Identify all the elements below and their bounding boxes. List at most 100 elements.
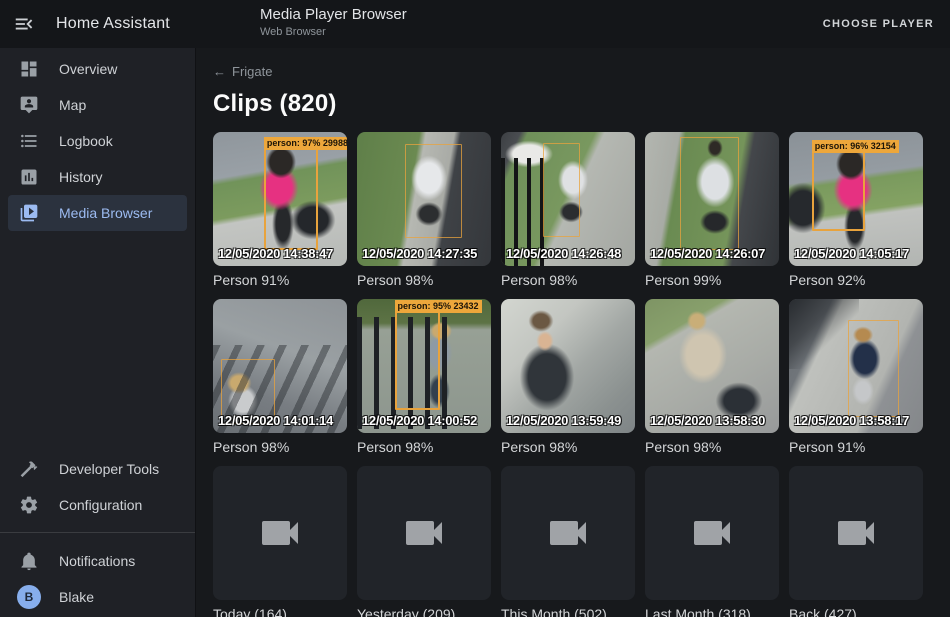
hammer-icon	[17, 457, 41, 481]
format-list-bulleted-icon	[17, 129, 41, 153]
top-bar: Home Assistant Media Player Browser Web …	[0, 0, 950, 48]
sidebar-item-notifications[interactable]: Notifications	[8, 543, 187, 579]
clip-label: Person 98%	[213, 438, 347, 457]
folder-item-back[interactable]: Back (427)	[789, 466, 923, 617]
detection-box	[543, 143, 581, 237]
clip-item[interactable]: 12/05/2020 14:26:07 Person 99%	[645, 132, 779, 290]
sidebar-item-history[interactable]: History	[8, 159, 187, 195]
clip-label: Person 92%	[789, 271, 923, 290]
sidebar-item-map[interactable]: Map	[8, 87, 187, 123]
folder-thumbnail	[357, 466, 491, 600]
detection-label: person: 96% 32154	[812, 140, 899, 153]
detection-box: person: 95% 23432	[395, 311, 441, 410]
clip-item[interactable]: 12/05/2020 13:58:17 Person 91%	[789, 299, 923, 457]
detection-box	[405, 144, 461, 238]
clip-label: Person 98%	[501, 438, 635, 457]
clip-timestamp: 12/05/2020 13:59:49	[506, 413, 621, 428]
clip-item[interactable]: 12/05/2020 14:26:48 Person 98%	[501, 132, 635, 290]
clip-label: Person 99%	[645, 271, 779, 290]
clip-thumbnail: 12/05/2020 14:26:07	[645, 132, 779, 266]
sidebar-item-label: Logbook	[59, 133, 113, 149]
folder-label: Back (427)	[789, 605, 923, 617]
sidebar-item-label: History	[59, 169, 103, 185]
clip-timestamp: 12/05/2020 13:58:17	[794, 413, 909, 428]
detection-box	[680, 137, 739, 250]
clip-timestamp: 12/05/2020 14:26:48	[506, 246, 621, 261]
gear-icon	[17, 493, 41, 517]
tooltip-account-icon	[17, 93, 41, 117]
folder-label: This Month (502)	[501, 605, 635, 617]
sidebar-item-logbook[interactable]: Logbook	[8, 123, 187, 159]
sidebar-item-overview[interactable]: Overview	[8, 51, 187, 87]
clip-item[interactable]: person: 97% 2998812/05/2020 14:38:47Pers…	[213, 132, 347, 290]
sidebar-item-media-browser[interactable]: Media Browser	[8, 195, 187, 231]
clip-label: Person 98%	[501, 271, 635, 290]
sidebar-item-developer-tools[interactable]: Developer Tools	[8, 451, 187, 487]
clip-thumbnail: person: 95% 2343212/05/2020 14:00:52	[357, 299, 491, 433]
sidebar-bottom-nav: Developer Tools Configuration	[0, 451, 195, 523]
sidebar-divider	[0, 532, 195, 533]
media-grid: person: 97% 2998812/05/2020 14:38:47Pers…	[213, 132, 934, 617]
page-subtitle: Web Browser	[260, 26, 407, 40]
sidebar-toggle-button[interactable]	[0, 0, 48, 48]
clip-item[interactable]: person: 96% 32154 12/05/2020 14:05:17 Pers…	[789, 132, 923, 290]
clip-label: Person 98%	[645, 438, 779, 457]
sidebar-bottom: Developer Tools Configuration Notificatio…	[0, 451, 195, 617]
clip-timestamp: 12/05/2020 14:38:47	[218, 246, 333, 261]
folder-item-this-month[interactable]: This Month (502)	[501, 466, 635, 617]
chart-box-icon	[17, 165, 41, 189]
clip-item[interactable]: 12/05/2020 14:01:14 Person 98%	[213, 299, 347, 457]
folder-label: Last Month (318)	[645, 605, 779, 617]
bell-icon	[17, 549, 41, 573]
detection-label: person: 95% 23432	[395, 300, 482, 313]
sidebar: Overview Map Logbook History Media Browser D…	[0, 48, 196, 617]
sidebar-item-user[interactable]: B Blake	[8, 579, 187, 615]
folder-item-yesterday[interactable]: Yesterday (209)	[357, 466, 491, 617]
video-icon	[256, 509, 304, 557]
breadcrumb-label: Frigate	[232, 65, 272, 79]
clip-thumbnail: 12/05/2020 14:01:14	[213, 299, 347, 433]
folder-thumbnail	[501, 466, 635, 600]
clip-timestamp: 12/05/2020 14:27:35	[362, 246, 477, 261]
media-player-header: Media Player Browser Web Browser	[260, 6, 407, 40]
back-arrow-icon: ←	[213, 65, 226, 79]
clip-label: Person 91%	[213, 271, 347, 290]
video-icon	[688, 509, 736, 557]
video-icon	[832, 509, 880, 557]
clip-thumbnail: 12/05/2020 13:58:30	[645, 299, 779, 433]
clip-item[interactable]: 12/05/2020 13:58:30 Person 98%	[645, 299, 779, 457]
sidebar-item-configuration[interactable]: Configuration	[8, 487, 187, 523]
app-title: Home Assistant	[56, 15, 170, 33]
clip-item[interactable]: person: 95% 2343212/05/2020 14:00:52Pers…	[357, 299, 491, 457]
user-name: Blake	[59, 589, 94, 605]
clip-label: Person 91%	[789, 438, 923, 457]
clip-timestamp: 12/05/2020 14:01:14	[218, 413, 333, 428]
clip-item[interactable]: 12/05/2020 14:27:35 Person 98%	[357, 132, 491, 290]
notifications-label: Notifications	[59, 553, 135, 569]
folder-item-today[interactable]: Today (164)	[213, 466, 347, 617]
clip-item[interactable]: 12/05/2020 13:59:49 Person 98%	[501, 299, 635, 457]
breadcrumb-back-frigate[interactable]: ← Frigate	[213, 65, 272, 79]
sidebar-item-label: Overview	[59, 61, 117, 77]
detection-box: person: 96% 32154	[812, 151, 866, 231]
folder-item-last-month[interactable]: Last Month (318)	[645, 466, 779, 617]
sidebar-item-label: Developer Tools	[59, 461, 159, 477]
detection-label: person: 97% 29988	[264, 137, 347, 150]
clip-label: Person 98%	[357, 271, 491, 290]
clip-thumbnail: 12/05/2020 14:27:35	[357, 132, 491, 266]
choose-player-button[interactable]: CHOOSE PLAYER	[823, 18, 934, 30]
sidebar-item-label: Configuration	[59, 497, 142, 513]
play-box-multiple-icon	[17, 201, 41, 225]
clip-thumbnail: person: 97% 2998812/05/2020 14:38:47	[213, 132, 347, 266]
view-dashboard-icon	[17, 57, 41, 81]
detection-box: person: 97% 29988	[264, 148, 318, 250]
page-heading: Clips (820)	[213, 90, 934, 118]
video-icon	[400, 509, 448, 557]
clip-thumbnail: person: 96% 32154 12/05/2020 14:05:17	[789, 132, 923, 266]
folder-thumbnail	[213, 466, 347, 600]
detection-box	[848, 320, 899, 416]
clip-timestamp: 12/05/2020 14:05:17	[794, 246, 909, 261]
clip-thumbnail: 12/05/2020 14:26:48	[501, 132, 635, 266]
clip-timestamp: 12/05/2020 14:26:07	[650, 246, 765, 261]
clip-thumbnail: 12/05/2020 13:59:49	[501, 299, 635, 433]
